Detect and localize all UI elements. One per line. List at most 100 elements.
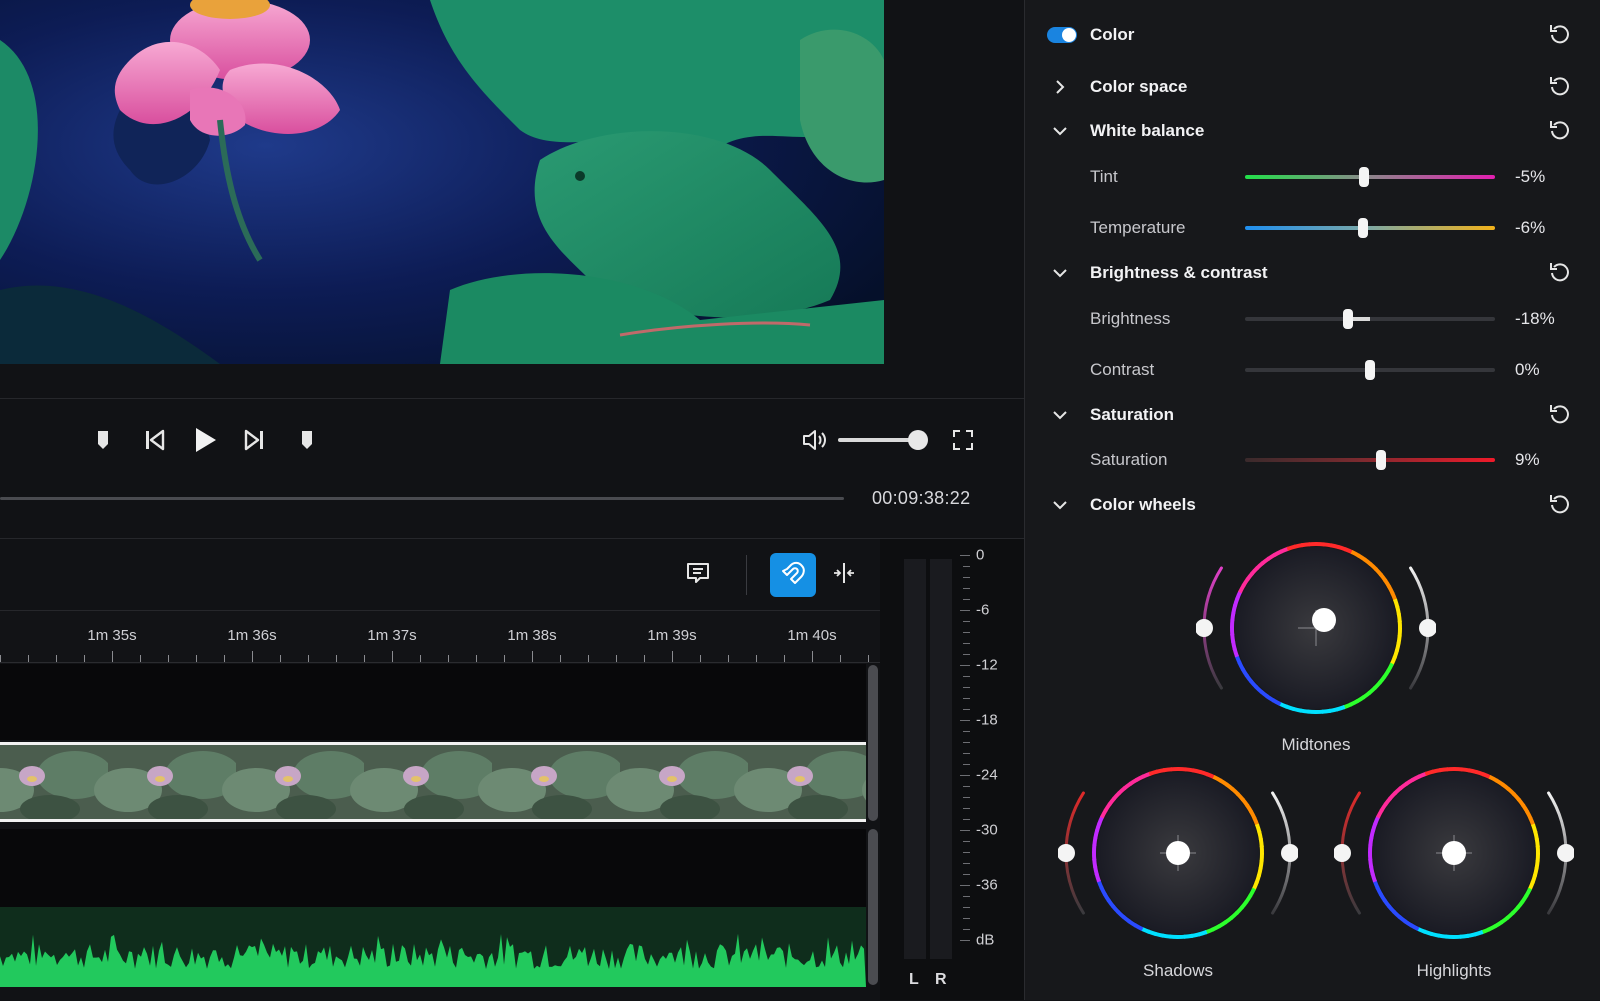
mute-button[interactable] — [800, 425, 830, 455]
db-tick — [963, 632, 970, 633]
db-tick — [963, 588, 970, 589]
color-enable-toggle[interactable] — [1047, 27, 1077, 43]
meter-right-label: R — [935, 971, 947, 989]
white-balance-header[interactable]: White balance — [1025, 113, 1600, 149]
ruler-tick — [644, 655, 645, 662]
ruler-tick — [84, 655, 85, 662]
right-level-handle[interactable] — [1281, 844, 1298, 862]
saturation-slider-thumb[interactable] — [1376, 450, 1386, 470]
tint-slider-row: Tint -5% — [1025, 159, 1600, 195]
reset-icon[interactable] — [1547, 74, 1573, 100]
next-frame-button[interactable] — [240, 425, 270, 455]
db-tick — [963, 698, 970, 699]
brightness-slider[interactable] — [1245, 317, 1495, 321]
color-wheels-header[interactable]: Color wheels — [1025, 487, 1600, 523]
db-tick — [960, 940, 970, 941]
timecode: 00:09:38:22 — [872, 488, 970, 509]
ruler-tick — [336, 655, 337, 662]
color-wheel[interactable] — [1058, 763, 1298, 953]
snapping-toggle-button[interactable] — [770, 553, 816, 597]
db-tick — [963, 621, 970, 622]
wheel-handle[interactable] — [1442, 841, 1466, 865]
ruler-tick — [784, 655, 785, 662]
db-tick — [960, 665, 970, 666]
db-tick — [960, 720, 970, 721]
highlights-wheel[interactable]: Highlights — [1334, 763, 1574, 993]
ruler-tick — [420, 655, 421, 662]
reset-icon[interactable] — [1547, 118, 1573, 144]
ruler-tick — [112, 651, 113, 662]
wheel-handle[interactable] — [1312, 608, 1336, 632]
audio-track-scrollbar[interactable] — [868, 829, 878, 985]
empty-track[interactable] — [0, 829, 866, 907]
reset-icon[interactable] — [1547, 402, 1573, 428]
color-wheel[interactable] — [1196, 538, 1436, 728]
saturation-title: Saturation — [1090, 405, 1174, 425]
split-button[interactable] — [830, 559, 860, 589]
brightness-slider-thumb[interactable] — [1343, 309, 1353, 329]
shadows-wheel[interactable]: Shadows — [1058, 763, 1298, 993]
temperature-slider-thumb[interactable] — [1358, 218, 1368, 238]
video-track-scrollbar[interactable] — [868, 665, 878, 821]
audio-clip[interactable] — [0, 907, 866, 987]
previous-frame-button[interactable] — [139, 425, 169, 455]
empty-track[interactable] — [0, 664, 866, 740]
left-level-handle[interactable] — [1196, 619, 1213, 637]
ruler-tick — [56, 655, 57, 662]
tint-slider-thumb[interactable] — [1359, 167, 1369, 187]
ruler-tick — [448, 655, 449, 662]
ruler-label: 1m 37s — [367, 627, 416, 644]
brightness-contrast-title: Brightness & contrast — [1090, 263, 1268, 283]
midtones-wheel[interactable]: Midtones — [1196, 538, 1436, 768]
db-label: -6 — [976, 602, 989, 619]
contrast-slider-thumb[interactable] — [1365, 360, 1375, 380]
saturation-slider[interactable] — [1245, 458, 1495, 462]
db-tick — [963, 863, 970, 864]
db-tick — [963, 896, 970, 897]
tint-slider[interactable] — [1245, 175, 1495, 179]
ruler-tick — [224, 655, 225, 662]
add-comment-button[interactable] — [684, 559, 714, 589]
temperature-slider[interactable] — [1245, 226, 1495, 230]
ruler-tick — [308, 655, 309, 662]
waveform-shape — [0, 934, 866, 987]
reset-icon[interactable] — [1547, 492, 1573, 518]
white-balance-title: White balance — [1090, 121, 1204, 141]
mark-in-button[interactable] — [88, 425, 118, 455]
saturation-header[interactable]: Saturation — [1025, 397, 1600, 433]
color-wheel[interactable] — [1334, 763, 1574, 953]
clip-thumbnail — [94, 745, 241, 819]
volume-slider-thumb[interactable] — [908, 430, 928, 450]
magnet-icon — [779, 561, 807, 589]
brightness-contrast-header[interactable]: Brightness & contrast — [1025, 255, 1600, 291]
video-clip[interactable] — [0, 742, 866, 822]
reset-icon[interactable] — [1547, 22, 1573, 48]
left-level-handle[interactable] — [1058, 844, 1075, 862]
timeline-ruler[interactable]: 1m 35s1m 36s1m 37s1m 38s1m 39s1m 40s — [0, 611, 880, 663]
db-tick — [960, 775, 970, 776]
color-space-header[interactable]: Color space — [1025, 69, 1600, 105]
db-label: -30 — [976, 822, 998, 839]
db-tick — [963, 808, 970, 809]
fullscreen-button[interactable] — [948, 425, 978, 455]
volume-slider[interactable] — [838, 438, 918, 442]
db-label: -12 — [976, 657, 998, 674]
play-button[interactable] — [190, 425, 220, 455]
mark-out-button[interactable] — [292, 425, 322, 455]
video-preview[interactable] — [0, 0, 884, 364]
db-tick — [960, 555, 970, 556]
right-level-handle[interactable] — [1557, 844, 1574, 862]
shadows-label: Shadows — [1058, 961, 1298, 981]
reset-icon[interactable] — [1547, 260, 1573, 286]
color-header: Color — [1025, 17, 1600, 53]
ruler-tick — [504, 655, 505, 662]
db-tick — [960, 610, 970, 611]
left-level-handle[interactable] — [1334, 844, 1351, 862]
right-level-handle[interactable] — [1419, 619, 1436, 637]
speaker-icon — [801, 428, 829, 452]
db-tick — [960, 885, 970, 886]
playhead-scrubber[interactable] — [0, 497, 844, 500]
db-tick — [963, 753, 970, 754]
wheel-handle[interactable] — [1166, 841, 1190, 865]
db-tick — [963, 907, 970, 908]
